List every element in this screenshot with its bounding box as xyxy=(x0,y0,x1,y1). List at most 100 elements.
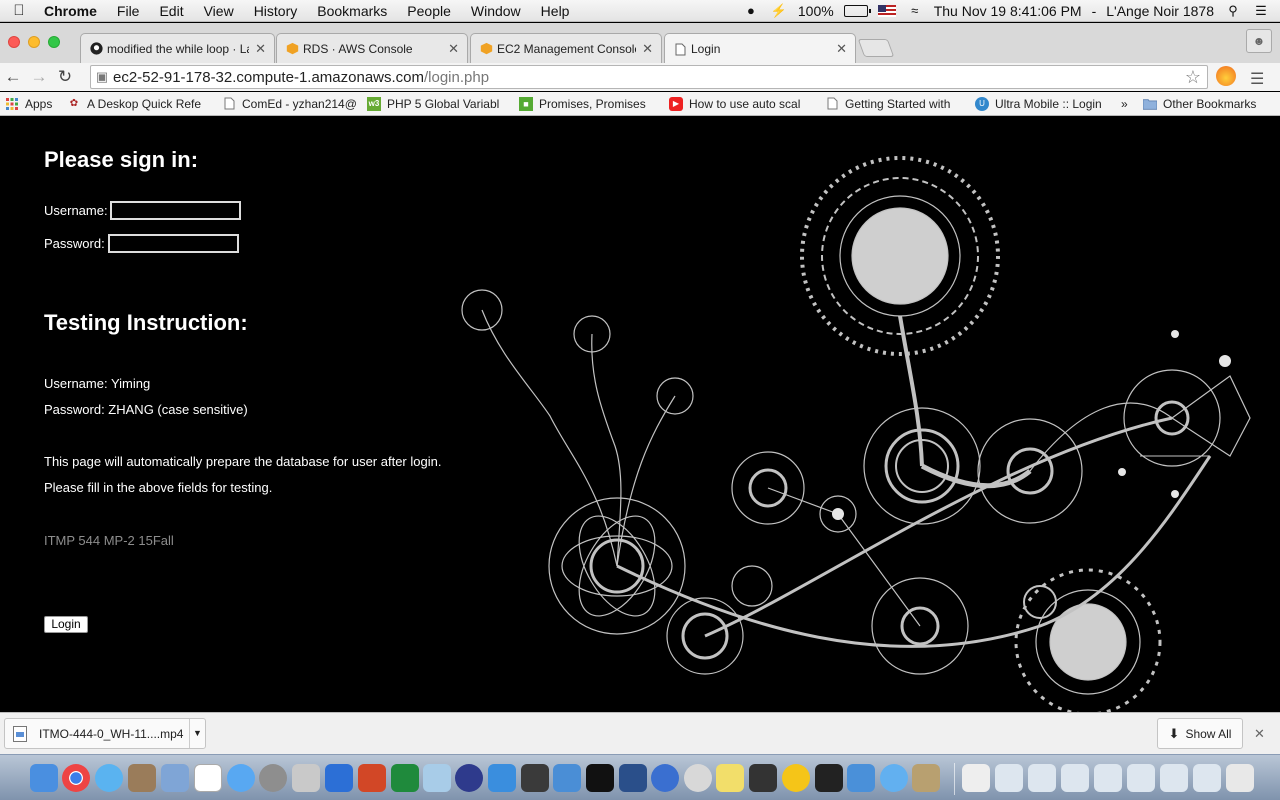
bookmark-other-bookmarks[interactable]: Other Bookmarks xyxy=(1138,97,1270,111)
stickies-icon[interactable] xyxy=(716,764,744,792)
penguin-icon[interactable]: ● xyxy=(742,3,760,18)
archive-utility-icon[interactable] xyxy=(912,764,940,792)
menu-user[interactable]: L'Ange Noir 1878 xyxy=(1106,3,1214,19)
intellij-icon[interactable] xyxy=(488,764,516,792)
menu-file[interactable]: File xyxy=(107,3,150,19)
apple-icon[interactable]:  xyxy=(0,2,38,19)
close-tab-icon[interactable]: ✕ xyxy=(448,41,459,57)
back-arrow-icon[interactable]: ← xyxy=(0,67,26,87)
chrome-icon[interactable] xyxy=(62,764,90,792)
trash-icon[interactable] xyxy=(1226,764,1254,792)
notebook-icon[interactable] xyxy=(128,764,156,792)
show-all-downloads-button[interactable]: ⬇ Show All xyxy=(1157,718,1243,749)
address-bar[interactable]: ▣ ec2-52-91-178-32.compute-1.amazonaws.c… xyxy=(90,65,1208,89)
close-shelf-icon[interactable]: ✕ xyxy=(1254,726,1265,742)
tab-login[interactable]: Login ✕ xyxy=(664,33,856,64)
utility-icon[interactable] xyxy=(553,764,581,792)
close-window-button[interactable] xyxy=(8,36,20,48)
eclipse-icon[interactable] xyxy=(455,764,483,792)
close-tab-icon[interactable]: ✕ xyxy=(642,41,653,57)
screenshot-icon[interactable] xyxy=(1028,764,1056,792)
close-tab-icon[interactable]: ✕ xyxy=(836,41,847,57)
screenshot-icon[interactable] xyxy=(1160,764,1188,792)
spotlight-icon[interactable]: ⚲ xyxy=(1224,3,1242,18)
tab-ec2[interactable]: EC2 Management Console ✕ xyxy=(470,33,662,63)
screenshot-icon[interactable] xyxy=(1127,764,1155,792)
bookmark-auto-scaling[interactable]: ▶ How to use auto scal xyxy=(664,96,820,111)
new-tab-button[interactable] xyxy=(857,39,895,57)
bookmark-comed[interactable]: ComEd - yzhan214@ xyxy=(217,97,362,111)
screenshot-icon[interactable] xyxy=(995,764,1023,792)
download-file-name: ITMO-444-0_WH-11....mp4 xyxy=(39,726,184,741)
bookmark-star-icon[interactable]: ☆ xyxy=(1185,67,1201,88)
mysql-workbench-icon[interactable] xyxy=(619,764,647,792)
us-flag-icon[interactable] xyxy=(877,4,896,17)
screenshot-icon[interactable] xyxy=(1061,764,1089,792)
menu-bookmarks[interactable]: Bookmarks xyxy=(307,3,397,19)
quicktime-icon[interactable] xyxy=(651,764,679,792)
bookmarks-overflow-chevron[interactable]: » xyxy=(1116,97,1138,111)
bookmark-apps[interactable]: Apps xyxy=(0,97,62,111)
preview-icon[interactable] xyxy=(161,764,189,792)
login-button[interactable]: Login xyxy=(44,616,88,633)
bookmark-desktop-quick-ref[interactable]: ✿ A Deskop Quick Refe xyxy=(62,97,217,111)
menu-clock[interactable]: Thu Nov 19 8:41:06 PM xyxy=(934,3,1082,19)
screenshot-icon[interactable] xyxy=(1094,764,1122,792)
reload-icon[interactable]: ↻ xyxy=(52,67,78,87)
menu-window[interactable]: Window xyxy=(461,3,531,19)
document-icon[interactable] xyxy=(962,764,990,792)
bookmark-getting-started[interactable]: Getting Started with xyxy=(820,97,970,111)
cloud-icon[interactable] xyxy=(880,764,908,792)
powerpoint-icon[interactable] xyxy=(358,764,386,792)
battery-icon[interactable] xyxy=(843,4,871,17)
screenshot-icon[interactable] xyxy=(1193,764,1221,792)
macos-menu-bar:  Chrome File Edit View History Bookmark… xyxy=(0,0,1280,22)
download-arrow-icon: ⬇ xyxy=(1168,725,1180,741)
username-input[interactable] xyxy=(110,201,241,220)
bookmark-php-globals[interactable]: w3 PHP 5 Global Variabl xyxy=(362,96,514,111)
tab-github[interactable]: modified the while loop · La ✕ xyxy=(80,33,275,63)
chevron-down-icon[interactable]: ▼ xyxy=(189,719,205,748)
download-item[interactable]: ITMO-444-0_WH-11....mp4 ▼ xyxy=(4,718,206,749)
tab-rds[interactable]: RDS · AWS Console ✕ xyxy=(276,33,468,63)
sublime-icon[interactable] xyxy=(521,764,549,792)
calendar-icon[interactable] xyxy=(194,764,222,792)
menu-people[interactable]: People xyxy=(397,3,461,19)
minimize-window-button[interactable] xyxy=(28,36,40,48)
word-icon[interactable] xyxy=(325,764,353,792)
forward-arrow-icon[interactable]: → xyxy=(26,67,52,87)
qq-icon[interactable] xyxy=(782,764,810,792)
finder-icon[interactable] xyxy=(30,764,58,792)
close-tab-icon[interactable]: ✕ xyxy=(255,41,266,57)
bookmark-promises[interactable]: ■ Promises, Promises xyxy=(514,96,664,111)
extension-icon[interactable] xyxy=(1216,66,1236,86)
excel-icon[interactable] xyxy=(391,764,419,792)
chrome-menu-icon[interactable]: ☰ xyxy=(1250,69,1264,89)
menu-view[interactable]: View xyxy=(194,3,244,19)
system-preferences-icon[interactable] xyxy=(259,764,287,792)
zoom-window-button[interactable] xyxy=(48,36,60,48)
course-label: ITMP 544 MP-2 15Fall xyxy=(44,533,174,548)
menu-edit[interactable]: Edit xyxy=(149,3,193,19)
terminal-icon[interactable] xyxy=(586,764,614,792)
profile-icon[interactable]: ☻ xyxy=(1246,29,1272,53)
safari-icon[interactable] xyxy=(95,764,123,792)
activity-monitor-icon[interactable] xyxy=(815,764,843,792)
password-input[interactable] xyxy=(108,234,239,253)
bookmark-ultra-mobile[interactable]: U Ultra Mobile :: Login xyxy=(970,96,1116,111)
xcode-icon[interactable] xyxy=(847,764,875,792)
messages-icon[interactable] xyxy=(227,764,255,792)
page-info-icon[interactable]: ▣ xyxy=(91,69,113,85)
menu-app-name[interactable]: Chrome xyxy=(38,3,107,19)
virtualbox-icon[interactable] xyxy=(423,764,451,792)
notification-center-icon[interactable]: ☰ xyxy=(1252,3,1270,18)
bookmark-label: Getting Started with xyxy=(845,96,951,111)
video-file-icon xyxy=(13,725,27,742)
camera-icon[interactable] xyxy=(749,764,777,792)
menu-help[interactable]: Help xyxy=(531,3,580,19)
wifi-icon[interactable]: ≈ xyxy=(906,3,924,18)
menu-history[interactable]: History xyxy=(244,3,308,19)
utility-gear-icon[interactable] xyxy=(684,764,712,792)
database-icon[interactable] xyxy=(292,764,320,792)
bluetooth-icon[interactable]: ⚡ xyxy=(770,3,788,18)
